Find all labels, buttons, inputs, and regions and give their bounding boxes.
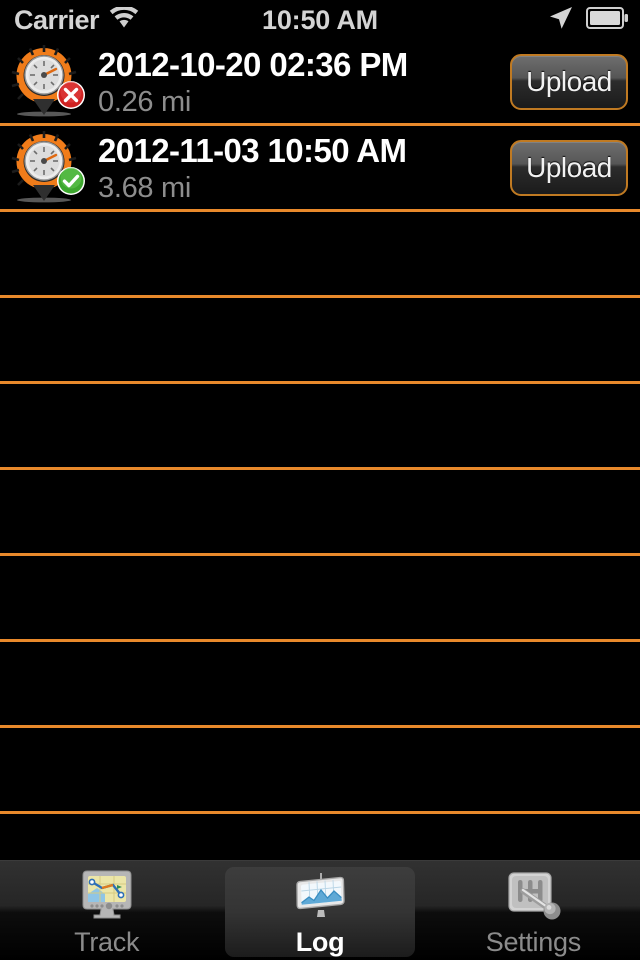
status-bar-right (548, 5, 628, 36)
empty-table-row (0, 728, 640, 814)
location-arrow-icon (548, 5, 574, 36)
row-date: 2012-11-03 10:50 AM (98, 131, 407, 169)
tab-log[interactable]: Log (213, 861, 426, 960)
empty-table-row (0, 470, 640, 556)
table-row[interactable]: 2012-11-03 10:50 AM 3.68 mi Upload (0, 126, 640, 212)
empty-table-row (0, 642, 640, 728)
upload-button[interactable]: Upload (510, 139, 628, 196)
row-distance: 0.26 mi (98, 85, 191, 118)
gps-navigator-icon (75, 869, 139, 925)
gps-gauge-pin-icon (6, 129, 90, 207)
row-distance: 3.68 mi (98, 171, 191, 204)
chart-billboard-icon (288, 869, 352, 925)
table-row[interactable]: 2012-10-20 02:36 PM 0.26 mi Upload (0, 40, 640, 126)
success-check-badge (56, 166, 86, 201)
empty-table-row (0, 556, 640, 642)
app-screen: Carrier 10:50 AM 2012-10-20 02:36 PM 0.2… (0, 0, 640, 960)
upload-button[interactable]: Upload (510, 53, 628, 110)
battery-icon (586, 6, 628, 34)
gps-gauge-pin-icon (6, 43, 90, 121)
tab-track[interactable]: Track (0, 861, 213, 960)
empty-table-row (0, 212, 640, 298)
status-bar-time: 10:50 AM (262, 4, 378, 35)
empty-table-row (0, 384, 640, 470)
row-text-block: 2012-10-20 02:36 PM 0.26 mi (98, 43, 510, 121)
tab-bar[interactable]: Track Log Settings (0, 860, 640, 960)
row-text-block: 2012-11-03 10:50 AM 3.68 mi (98, 129, 510, 207)
tab-label-track: Track (74, 927, 140, 957)
empty-table-row (0, 298, 640, 384)
gear-shifter-icon (501, 869, 565, 925)
error-x-badge (56, 80, 86, 115)
row-date: 2012-10-20 02:36 PM (98, 45, 408, 83)
tab-settings[interactable]: Settings (427, 861, 640, 960)
tab-label-settings: Settings (485, 927, 581, 957)
status-bar: Carrier 10:50 AM (0, 0, 640, 40)
tab-label-log: Log (295, 927, 345, 957)
log-list[interactable]: 2012-10-20 02:36 PM 0.26 mi Upload 2012-… (0, 40, 640, 860)
